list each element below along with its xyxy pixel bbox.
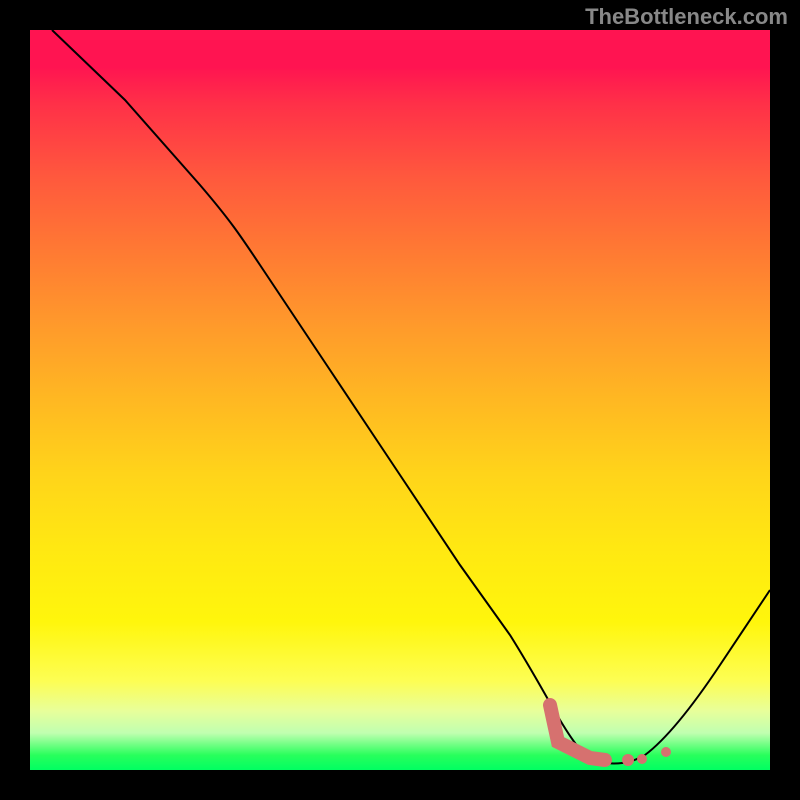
bottleneck-curve-line	[52, 30, 770, 764]
chart-lines	[30, 30, 770, 770]
watermark-text: TheBottleneck.com	[585, 4, 788, 30]
chart-plot-area	[30, 30, 770, 770]
optimal-region-marker	[550, 705, 671, 766]
